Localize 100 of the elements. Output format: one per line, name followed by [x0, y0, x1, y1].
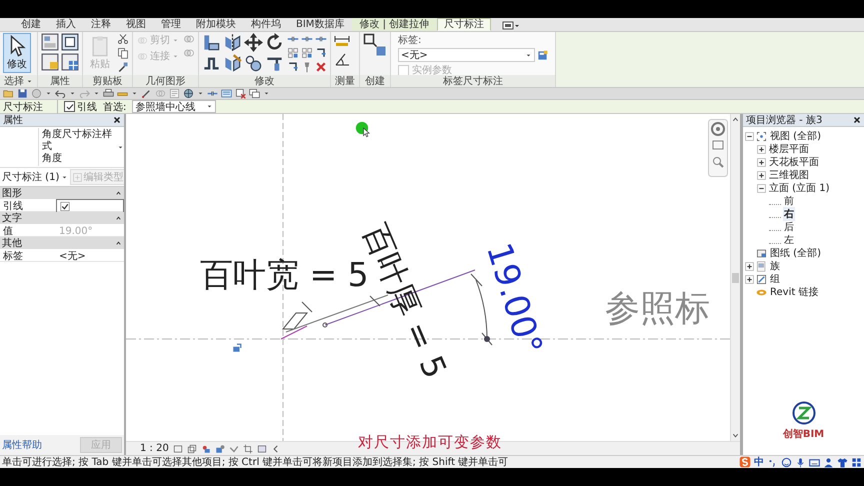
caret-icon[interactable]: [263, 90, 270, 97]
tree-item[interactable]: 组: [769, 272, 781, 286]
microphone-icon[interactable]: [795, 456, 806, 468]
close-icon[interactable]: [853, 116, 861, 124]
tree-item[interactable]: 图纸 (全部): [769, 246, 822, 260]
collapse-icon[interactable]: [115, 240, 122, 246]
switch-windows-icon[interactable]: [249, 88, 260, 99]
ribbon-tab[interactable]: 注释: [84, 18, 118, 31]
tree-item[interactable]: 视图 (全部): [769, 129, 822, 143]
tree-item[interactable]: 族: [769, 259, 781, 273]
expand-icon[interactable]: [757, 144, 766, 154]
angular-dimension-icon[interactable]: [334, 51, 350, 67]
prefer-dropdown[interactable]: 参照墙中心线: [132, 100, 216, 113]
grid-icon[interactable]: [851, 456, 862, 468]
mirror-line-icon[interactable]: [223, 54, 242, 73]
panel-toggle-icon[interactable]: [502, 20, 520, 30]
tool-button[interactable]: 修改: [3, 33, 31, 73]
instance-filter-dropdown[interactable]: 尺寸标注 (1): [2, 170, 68, 184]
tree-item[interactable]: 三维视图: [768, 168, 810, 182]
print-icon[interactable]: [103, 88, 114, 99]
crop-view-icon[interactable]: [242, 444, 253, 454]
save-icon[interactable]: [17, 88, 28, 99]
ribbon-tab[interactable]: 修改 | 创建拉伸: [352, 18, 436, 31]
copy-objects-icon[interactable]: [244, 54, 263, 73]
show-rendering-icon[interactable]: [228, 444, 239, 454]
tree-item[interactable]: 左: [783, 233, 795, 247]
ribbon-tab[interactable]: 管理: [154, 18, 188, 31]
navigation-bar[interactable]: [708, 119, 728, 177]
collapse-icon[interactable]: [757, 184, 766, 192]
visual-style-icon[interactable]: [186, 444, 197, 454]
tree-item[interactable]: Revit 链接: [769, 285, 820, 299]
create-group-icon[interactable]: [363, 33, 387, 57]
delete-icon[interactable]: [315, 61, 327, 73]
family-types-icon[interactable]: [61, 53, 79, 71]
type-properties-icon[interactable]: [41, 53, 59, 71]
expand-icon[interactable]: [745, 262, 754, 270]
caret-icon[interactable]: [45, 90, 52, 97]
keyboard-icon[interactable]: [809, 456, 820, 468]
collapse-icon[interactable]: [745, 132, 754, 140]
grid-icon[interactable]: [301, 47, 313, 59]
tree-item[interactable]: 楼层平面: [768, 142, 810, 156]
pencil-icon[interactable]: [141, 88, 152, 99]
shadows-icon[interactable]: [214, 444, 225, 454]
collapse-icon[interactable]: [115, 190, 122, 196]
type-selector[interactable]: 角度尺寸标注样式 角度: [0, 127, 124, 168]
thin-lines-icon[interactable]: [221, 88, 232, 99]
shirt-icon[interactable]: [837, 456, 848, 468]
close-icon[interactable]: [113, 116, 121, 124]
leader-checkbox[interactable]: 引线: [64, 100, 97, 114]
user-icon[interactable]: [823, 456, 834, 468]
split-icon[interactable]: [287, 61, 299, 73]
label-dropdown[interactable]: <无>: [398, 48, 535, 62]
caret-icon[interactable]: [69, 90, 76, 97]
ime-logo-icon[interactable]: [739, 456, 751, 468]
properties-help-link[interactable]: 属性帮助: [2, 438, 42, 452]
brush-icon[interactable]: [117, 61, 129, 73]
undo-icon[interactable]: [55, 88, 66, 99]
view-scale[interactable]: 1 : 20: [140, 443, 169, 454]
collapse-icon[interactable]: [115, 214, 122, 222]
caret-icon[interactable]: [26, 78, 33, 84]
aligned-dimension-icon[interactable]: [334, 33, 350, 49]
expand-icon[interactable]: [745, 274, 754, 284]
ribbon-tab[interactable]: 附加模块: [189, 18, 243, 31]
copy-icon[interactable]: [117, 47, 129, 59]
ribbon-tab[interactable]: 视图: [119, 18, 153, 31]
globe-icon[interactable]: [183, 88, 194, 99]
leader-checkbox[interactable]: [60, 202, 70, 210]
edit-label-icon[interactable]: [537, 50, 548, 60]
angle-dimension-text[interactable]: 19.00°: [481, 239, 547, 359]
ribbon-tab[interactable]: 构件坞: [244, 18, 288, 31]
expand-icon[interactable]: [757, 158, 766, 166]
ribbon-tab[interactable]: BIM数据库: [289, 18, 352, 31]
close-views-icon[interactable]: [235, 88, 246, 99]
rotate-icon[interactable]: [265, 33, 284, 52]
smiley-icon[interactable]: [781, 456, 792, 468]
ribbon-tab[interactable]: 创建: [14, 18, 48, 31]
tree-item[interactable]: 后: [783, 220, 795, 234]
expand-icon[interactable]: [757, 170, 766, 180]
caret-icon[interactable]: [131, 90, 138, 97]
split-icon[interactable]: [315, 47, 327, 59]
property-value[interactable]: <无>: [56, 249, 124, 263]
input-mode-indicator[interactable]: 中: [754, 456, 764, 468]
tree-item[interactable]: 前: [783, 194, 795, 208]
ribbon-tab[interactable]: 插入: [49, 18, 83, 31]
hide-crop-icon[interactable]: [256, 444, 267, 454]
move-icon[interactable]: [244, 33, 263, 52]
tree-item[interactable]: 右: [783, 207, 795, 221]
scroll-thumb[interactable]: [732, 272, 739, 282]
tree-item[interactable]: 天花板平面: [768, 155, 820, 169]
detail-level-icon[interactable]: [172, 444, 183, 454]
scissors-icon[interactable]: [117, 33, 129, 45]
ribbon-tab[interactable]: 尺寸标注: [437, 18, 492, 31]
sun-path-icon[interactable]: [200, 444, 211, 454]
vertical-scrollbar[interactable]: [730, 114, 740, 441]
tree-item[interactable]: 立面 (立面 1): [768, 181, 831, 195]
view-marker-icon[interactable]: [232, 343, 242, 353]
family-category-icon[interactable]: [61, 33, 79, 51]
caret-icon[interactable]: [93, 90, 100, 97]
properties-icon[interactable]: [41, 33, 59, 51]
mirror-axis-icon[interactable]: [223, 33, 242, 52]
